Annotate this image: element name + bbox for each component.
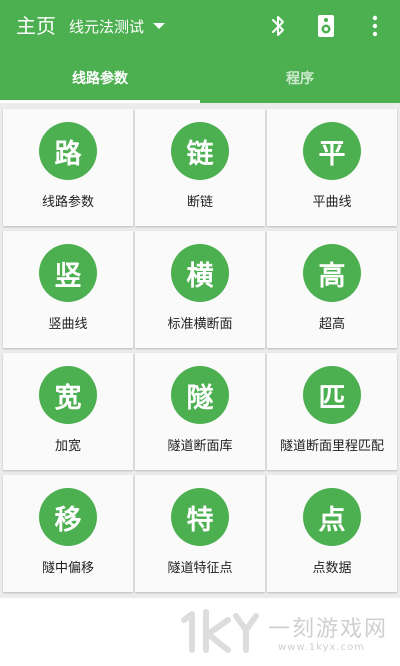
tab-label: 程序 xyxy=(286,70,314,87)
offset-glyph-icon: 移 xyxy=(39,488,97,546)
watermark-text: 一刻游戏网 xyxy=(268,617,389,642)
bluetooth-icon[interactable] xyxy=(266,13,290,39)
card-label: 标准横断面 xyxy=(167,317,233,332)
more-vert-icon[interactable] xyxy=(366,13,384,39)
card-label: 竖曲线 xyxy=(48,317,88,332)
card-point-data[interactable]: 点 点数据 xyxy=(267,475,397,592)
site-logo-icon xyxy=(181,609,259,653)
content-area: 路 线路参数 链 断链 平 平曲线 竖 竖曲线 横 标准横断面 高 超高 宽 加… xyxy=(0,103,400,598)
card-label: 点数据 xyxy=(312,561,352,576)
project-name: 线元法测试 xyxy=(69,17,145,36)
card-tunnel-section-library[interactable]: 隧 隧道断面库 xyxy=(135,353,265,470)
route-glyph-icon: 路 xyxy=(39,122,97,180)
card-label: 断链 xyxy=(186,195,213,210)
cross-section-glyph-icon: 横 xyxy=(171,244,229,302)
tunnel-glyph-icon: 隧 xyxy=(171,366,229,424)
card-route-params[interactable]: 路 线路参数 xyxy=(3,109,133,226)
horizontal-glyph-icon: 平 xyxy=(303,122,361,180)
chain-glyph-icon: 链 xyxy=(171,122,229,180)
card-label: 隧道特征点 xyxy=(167,561,233,576)
card-label: 平曲线 xyxy=(312,195,352,210)
feature-glyph-icon: 特 xyxy=(171,488,229,546)
dropdown-arrow-icon xyxy=(153,23,166,29)
tab-label: 线路参数 xyxy=(72,70,128,87)
card-tunnel-section-station-match[interactable]: 匹 隧道断面里程匹配 xyxy=(267,353,397,470)
match-glyph-icon: 匹 xyxy=(303,366,361,424)
card-horizontal-curve[interactable]: 平 平曲线 xyxy=(267,109,397,226)
card-label: 超高 xyxy=(318,317,345,332)
tab-route-params[interactable]: 线路参数 xyxy=(0,52,200,103)
card-label: 线路参数 xyxy=(41,195,94,210)
card-superelevation[interactable]: 高 超高 xyxy=(267,231,397,348)
speaker-icon[interactable] xyxy=(316,13,336,39)
card-vertical-curve[interactable]: 竖 竖曲线 xyxy=(3,231,133,348)
tab-program[interactable]: 程序 xyxy=(200,52,400,103)
tab-bar: 线路参数 程序 xyxy=(0,52,400,103)
card-label: 隧中偏移 xyxy=(41,561,94,576)
vertical-glyph-icon: 竖 xyxy=(39,244,97,302)
card-standard-cross-section[interactable]: 横 标准横断面 xyxy=(135,231,265,348)
project-dropdown[interactable]: 线元法测试 xyxy=(69,15,166,37)
card-tunnel-center-offset[interactable]: 移 隧中偏移 xyxy=(3,475,133,592)
watermark-url: www.1kyx.com xyxy=(278,642,365,653)
function-grid: 路 线路参数 链 断链 平 平曲线 竖 竖曲线 横 标准横断面 高 超高 宽 加… xyxy=(3,109,397,592)
toolbar: 主页 线元法测试 xyxy=(0,0,400,52)
app-bar: 主页 线元法测试 线路参数 程序 xyxy=(0,0,400,103)
card-label: 隧道断面库 xyxy=(167,439,233,454)
card-widening[interactable]: 宽 加宽 xyxy=(3,353,133,470)
superelevation-glyph-icon: 高 xyxy=(303,244,361,302)
point-glyph-icon: 点 xyxy=(303,488,361,546)
card-label: 隧道断面里程匹配 xyxy=(279,439,384,454)
card-tunnel-feature-points[interactable]: 特 隧道特征点 xyxy=(135,475,265,592)
watermark: 一刻游戏网 www.1kyx.com xyxy=(0,598,400,666)
page-title: 主页 xyxy=(16,14,56,38)
card-label: 加宽 xyxy=(54,439,81,454)
widening-glyph-icon: 宽 xyxy=(39,366,97,424)
card-broken-chain[interactable]: 链 断链 xyxy=(135,109,265,226)
